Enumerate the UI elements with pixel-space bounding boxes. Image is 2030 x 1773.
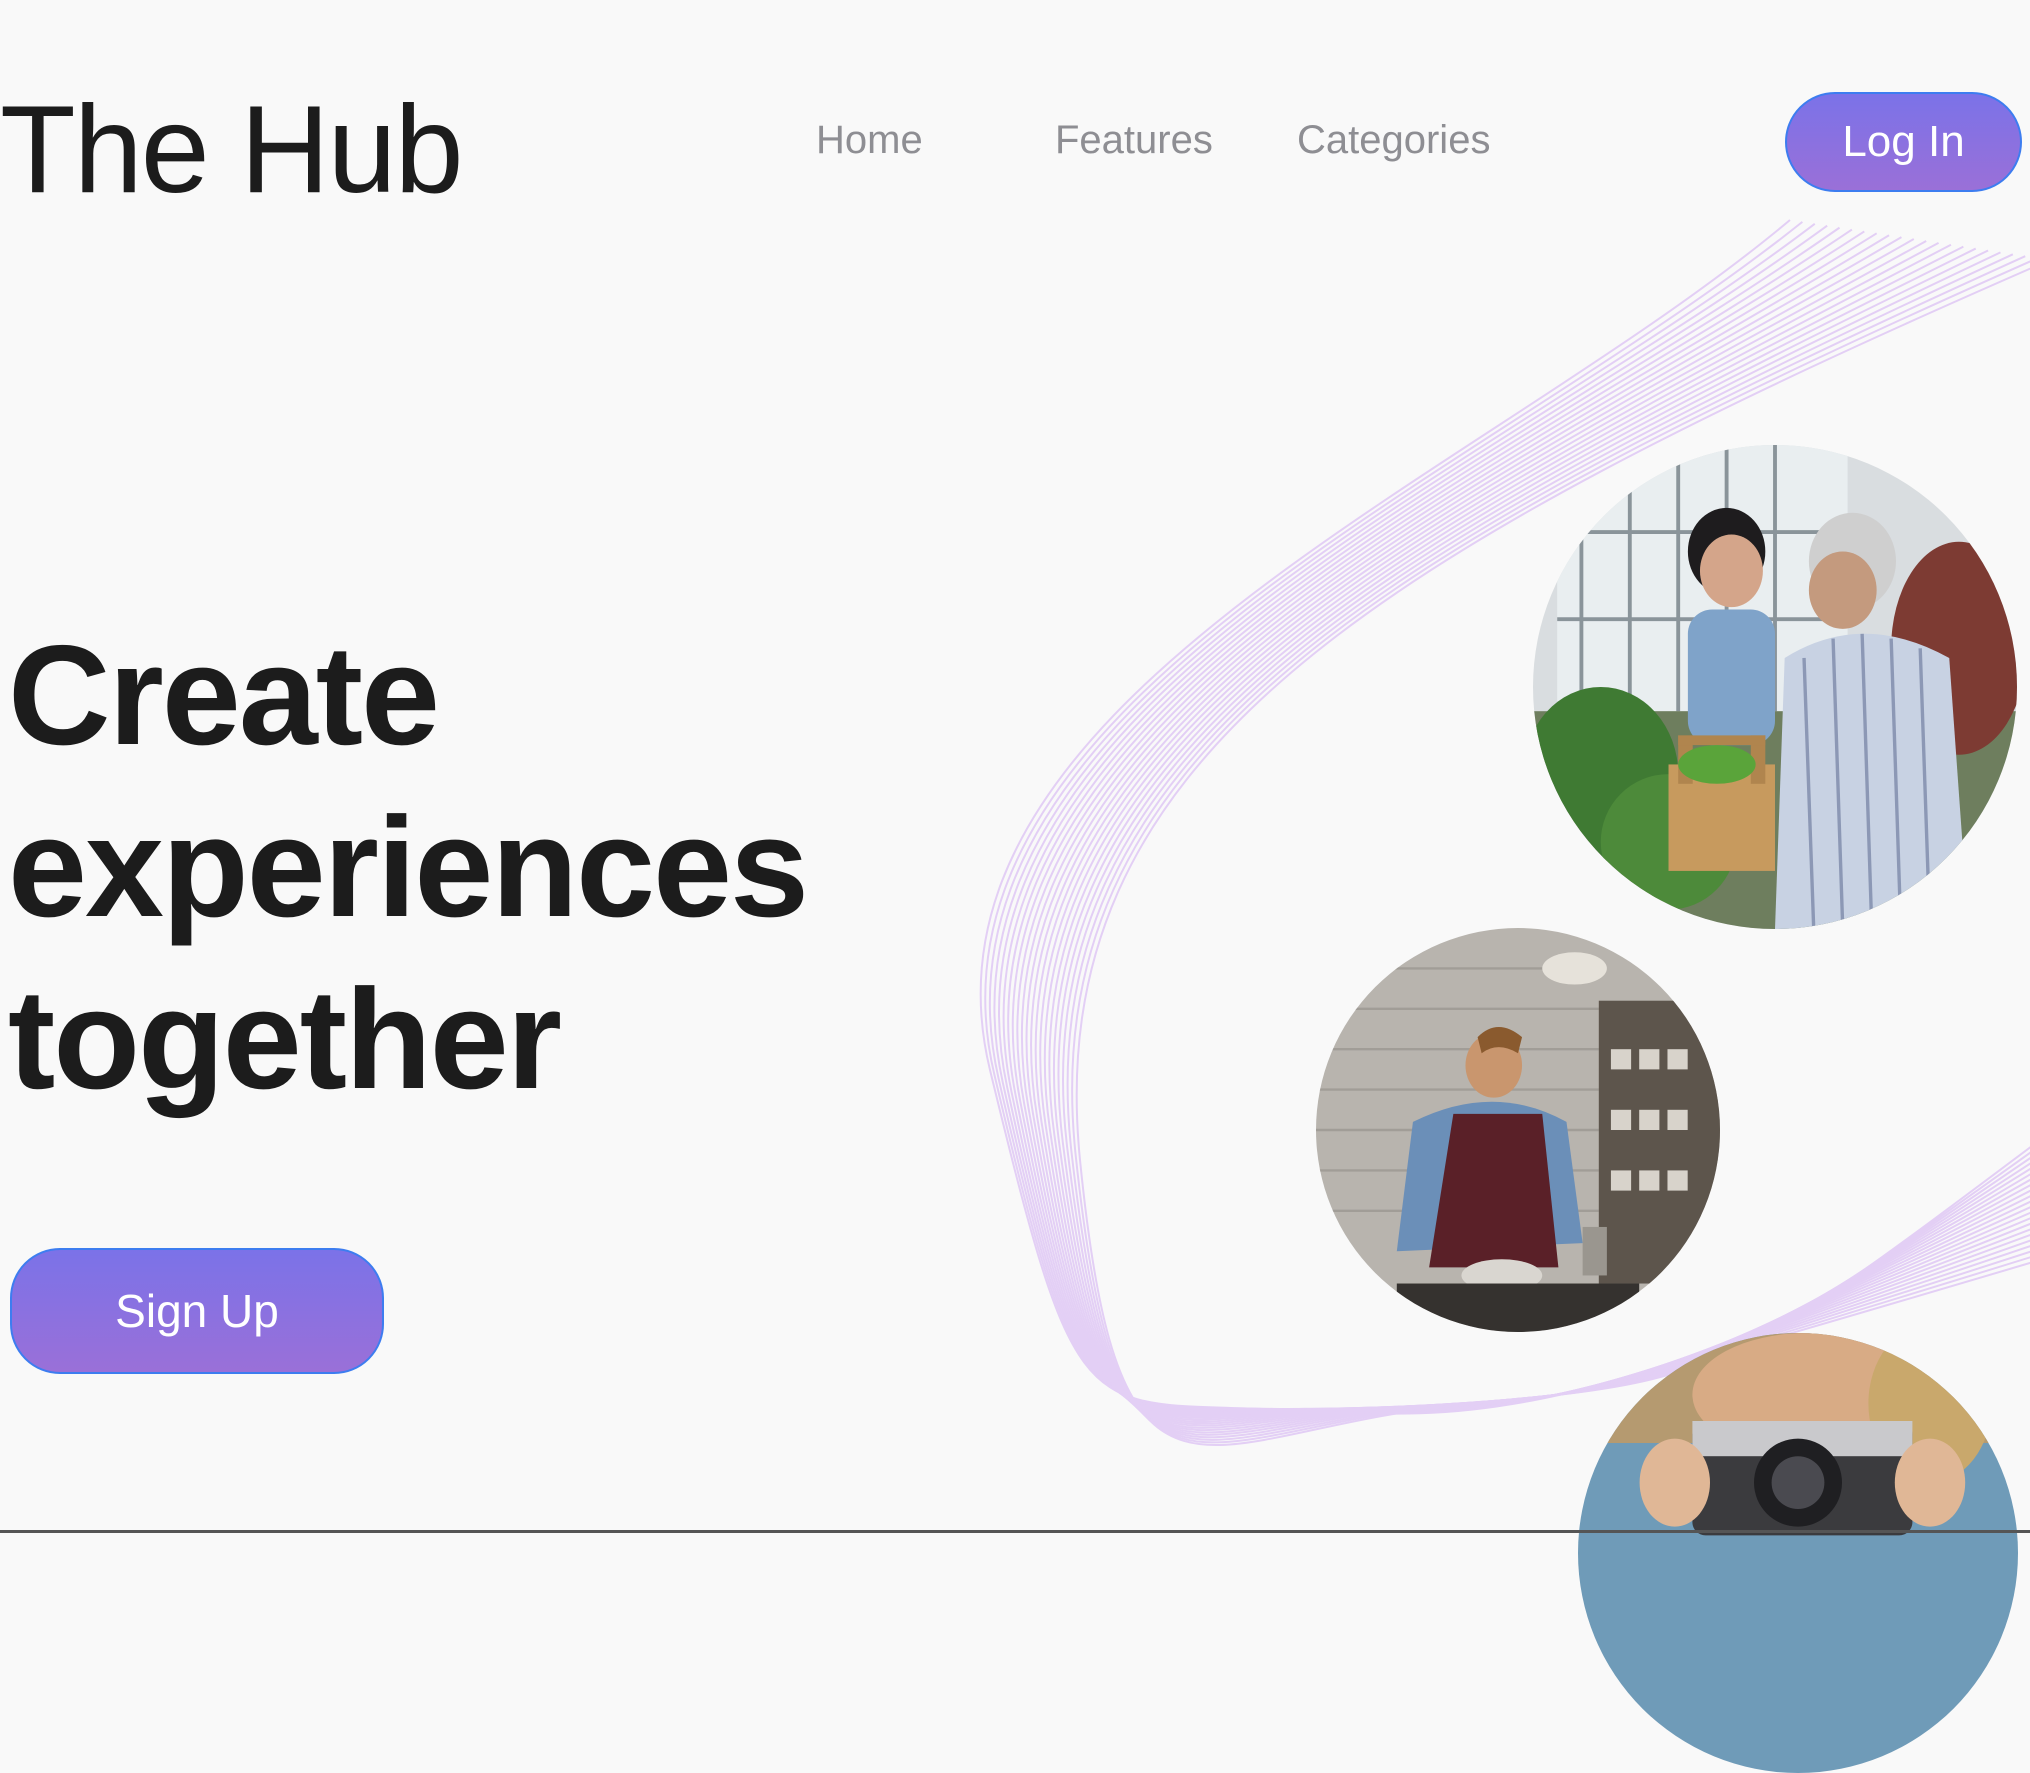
main-nav: Home Features Categories: [0, 118, 2030, 174]
hero-heading: Create experiences together: [8, 610, 809, 1126]
landing-page: The Hub Home Features Categories Log In …: [0, 0, 2030, 1773]
nav-features-link[interactable]: Features: [1055, 118, 1213, 163]
nav-categories-link[interactable]: Categories: [1297, 118, 1490, 163]
hero-heading-line-1: Create: [8, 616, 440, 775]
hero-heading-line-2: experiences: [8, 788, 809, 947]
camera-photo: [1578, 1333, 2018, 1773]
signup-button[interactable]: Sign Up: [10, 1248, 384, 1374]
login-button[interactable]: Log In: [1785, 92, 2022, 192]
hero-heading-line-3: together: [8, 960, 562, 1119]
gardening-photo: [1533, 445, 2017, 929]
nav-home-link[interactable]: Home: [816, 118, 923, 163]
pottery-photo: [1316, 928, 1720, 1332]
